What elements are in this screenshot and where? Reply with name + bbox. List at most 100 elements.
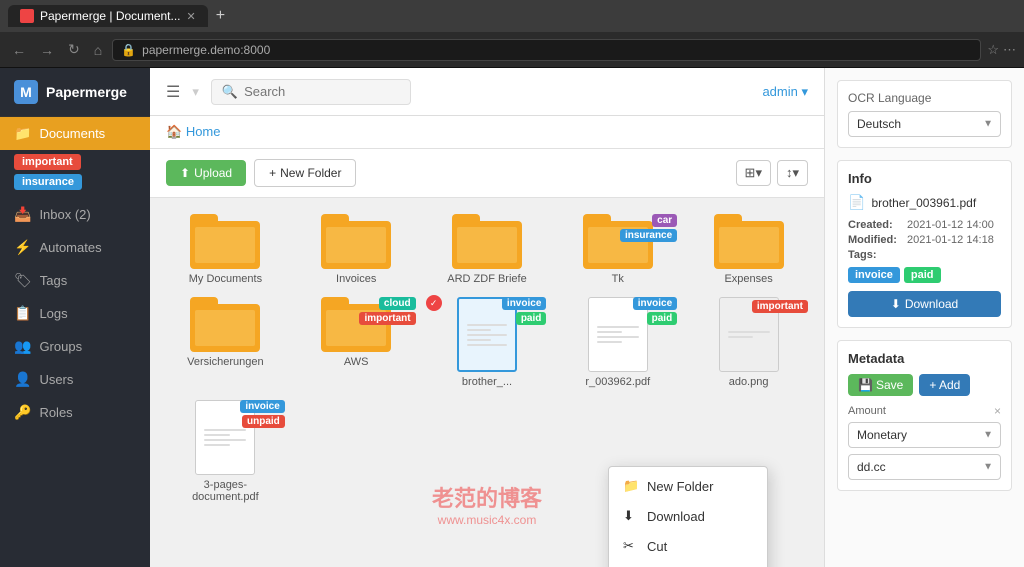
add-tab-button[interactable]: + [212,7,229,25]
sort-button[interactable]: ↕▾ [777,160,808,186]
app-layout: M Papermerge 📁 Documents important insur… [0,68,1024,567]
file-item-aws[interactable]: cloud important AWS [297,297,416,388]
ocr-language-select[interactable]: Deutsch English French [848,111,1001,137]
sidebar-item-groups[interactable]: 👥 Groups [0,330,150,363]
sidebar-item-groups-label: Groups [39,339,82,354]
folder-body [714,221,784,269]
doc-line [467,344,507,346]
ctx-new-folder-label: New Folder [647,479,713,494]
ctx-paste[interactable]: 📋 Paste ▶ [609,561,767,567]
nav-forward-button[interactable]: → [36,40,58,60]
doc-line [597,326,639,328]
nav-home-button[interactable]: ⌂ [90,40,106,60]
ctx-download[interactable]: ⬇ Download [609,501,767,531]
logo-letter: M [20,84,32,100]
info-created-label: Created: [848,219,903,231]
menu-icon[interactable]: ⋯ [1003,42,1016,58]
file-item-3pages[interactable]: invoice unpaid 3-pages-document.pdf [166,400,285,503]
doc-line [467,329,491,331]
file-label: ARD ZDF Briefe [447,273,526,285]
nav-refresh-button[interactable]: ↻ [64,39,84,60]
tag-insurance-pill[interactable]: insurance [14,174,82,190]
tag-important-pill[interactable]: important [14,154,81,170]
bookmark-icon[interactable]: ☆ [987,42,999,58]
active-tab[interactable]: Papermerge | Document... ✕ [8,5,208,27]
ocr-language-label: OCR Language [848,91,1001,105]
info-tag-paid: paid [904,267,941,283]
tab-close[interactable]: ✕ [187,10,196,23]
doc-line [204,444,229,446]
ctx-new-folder[interactable]: 📁 New Folder [609,471,767,501]
ocr-language-section: OCR Language Deutsch English French [837,80,1012,148]
ctx-cut[interactable]: ✂ Cut [609,531,767,561]
sidebar-item-inbox[interactable]: 📥 Inbox (2) [0,198,150,231]
file-item-r003962[interactable]: invoice paid r_003962.pdf [558,297,677,388]
main-header: ☰ ▾ 🔍 admin ▾ [150,68,824,116]
search-bar[interactable]: 🔍 [211,79,411,105]
file-label: Invoices [336,273,376,285]
folder-body [321,221,391,269]
file-status-icon: ✓ [430,298,438,309]
file-item-expenses[interactable]: Expenses [689,214,808,285]
file-item-versicherungen[interactable]: Versicherungen [166,297,285,388]
files-area: My Documents Invoices [150,198,824,567]
folder-inner [195,310,255,346]
grid-view-button[interactable]: ⊞▾ [736,160,771,186]
file-tag-paid: paid [516,312,547,325]
breadcrumb: 🏠 Home [150,116,824,149]
sidebar-item-tags-label: Tags [40,273,67,288]
ctx-cut-icon: ✂ [623,538,639,554]
address-bar[interactable]: 🔒 papermerge.demo:8000 [112,39,981,61]
file-tag-invoice: invoice [502,297,546,310]
watermark-url-text: www.music4x.com [432,513,542,527]
folder-icon [452,214,522,269]
sidebar-item-users[interactable]: 👤 Users [0,363,150,396]
amount-close-button[interactable]: × [994,404,1001,418]
file-item-ado-png[interactable]: important ado.png [689,297,808,388]
new-folder-label: New Folder [280,166,341,180]
info-filename: brother_003961.pdf [871,196,976,210]
info-modified-label: Modified: [848,234,903,246]
add-button[interactable]: + Add [919,374,970,396]
folder-icon [714,214,784,269]
upload-icon: ⬆ [180,166,190,180]
upload-button[interactable]: ⬆ Upload [166,160,246,186]
breadcrumb-home-link[interactable]: Home [186,124,221,139]
file-item-invoices[interactable]: Invoices [297,214,416,285]
sidebar-item-documents[interactable]: 📁 Documents [0,117,150,150]
folder-inner [457,227,517,263]
sidebar-item-automates[interactable]: ⚡ Automates [0,231,150,264]
file-item-tk[interactable]: car insurance Tk [558,214,677,285]
file-item-ard-zdf[interactable]: ARD ZDF Briefe [428,214,547,285]
hamburger-icon[interactable]: ☰ [166,82,180,102]
nav-back-button[interactable]: ← [8,40,30,60]
file-tag-car: car [652,214,677,227]
file-tags: car insurance [620,214,677,242]
sidebar-item-tags[interactable]: 🏷 Tags [0,264,150,297]
amount-field-label: Amount × [848,404,1001,418]
save-button[interactable]: 💾 Save [848,374,913,396]
lock-icon: 🔒 [121,43,136,57]
new-folder-button[interactable]: + New Folder [254,159,356,187]
metadata-section: Metadata 💾 Save + Add Amount × Monetary … [837,340,1012,491]
file-item-brother-003961[interactable]: ✓ invoice paid [428,297,547,388]
ctx-cut-label: Cut [647,539,667,554]
file-item-my-documents[interactable]: My Documents [166,214,285,285]
file-tag-cloud: cloud [379,297,416,310]
format-select[interactable]: dd.cc mm.dd.yyyy yyyy-mm-dd [848,454,1001,480]
main-content: ☰ ▾ 🔍 admin ▾ 🏠 Home ⬆ Upload + New Fold… [150,68,824,567]
download-button[interactable]: ⬇ Download [848,291,1001,317]
breadcrumb-home-icon: 🏠 [166,124,182,139]
file-label: AWS [344,356,369,368]
folder-inner [195,227,255,263]
monetary-select[interactable]: Monetary Text Number [848,422,1001,448]
file-tag-insurance: insurance [620,229,677,242]
download-icon: ⬇ [891,297,901,311]
sidebar-item-roles[interactable]: 🔑 Roles [0,396,150,429]
search-input[interactable] [244,84,364,99]
file-tag-invoice: invoice [240,400,284,413]
info-created-row: Created: 2021-01-12 14:00 [848,219,1001,231]
sidebar-item-logs[interactable]: 📋 Logs [0,297,150,330]
file-tag-invoice: invoice [633,297,677,310]
admin-button[interactable]: admin ▾ [762,84,808,100]
